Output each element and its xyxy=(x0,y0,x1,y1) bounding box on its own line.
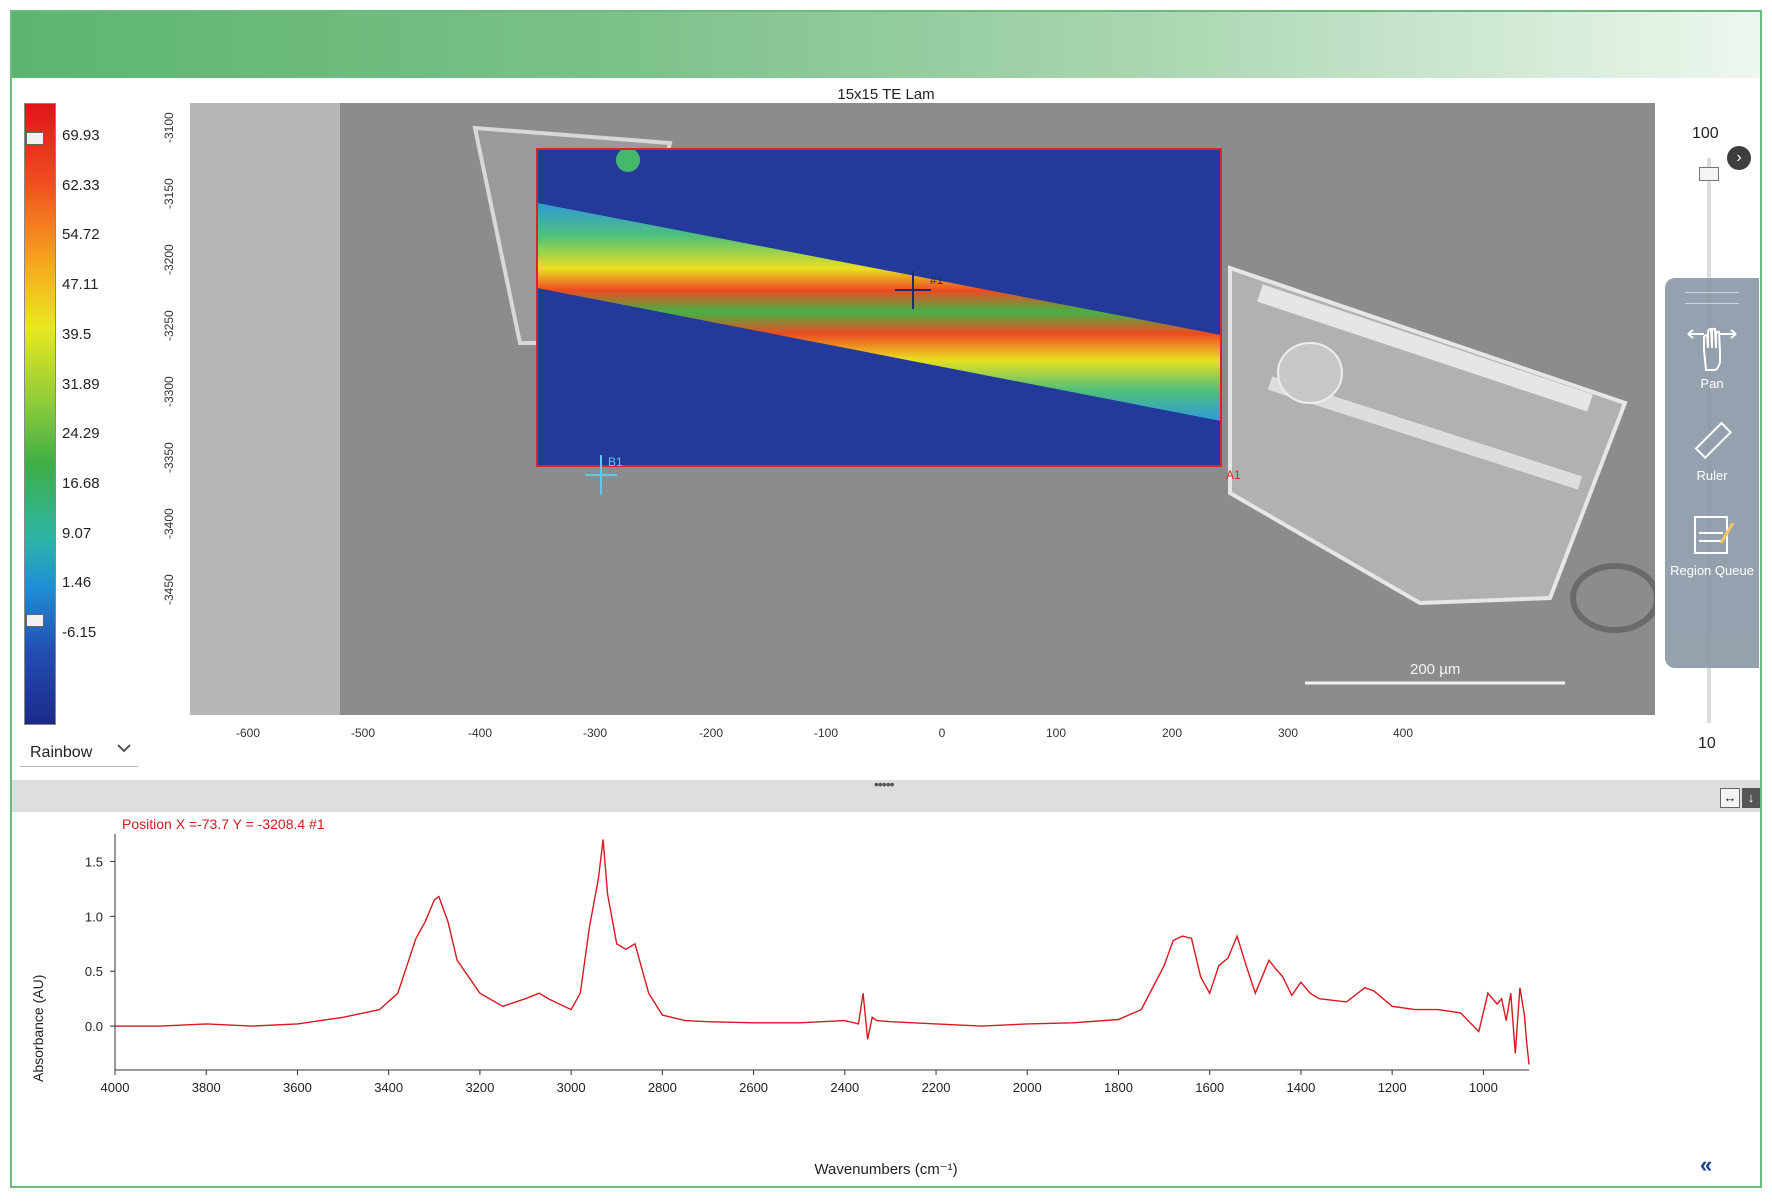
colorbar-tick-label: -6.15 xyxy=(62,624,97,641)
spectrum-x-tick-label: 3800 xyxy=(192,1080,221,1095)
fit-width-icon[interactable]: ↔ xyxy=(1720,788,1740,808)
collapse-right-icon[interactable]: › xyxy=(1727,146,1751,170)
colorbar-tick-label: 9.07 xyxy=(62,524,92,542)
map-y-tick-label: -3100 xyxy=(162,112,176,143)
x-axis-label: Wavenumbers (cm⁻¹) xyxy=(814,1161,958,1178)
pan-tool-button[interactable]: Pan xyxy=(1665,326,1759,406)
map-x-tick-label: -200 xyxy=(698,726,724,740)
map-x-tick-label: -600 xyxy=(235,726,261,740)
spectrum-x-tick-label: 2600 xyxy=(739,1080,768,1095)
chemical-image-panel: 15x15 TE Lam 69.93 62.33 54.72 47.11 39.5 31.… xyxy=(12,78,1760,780)
y-axis-label: Absorbance (AU) xyxy=(30,974,46,1082)
spectrum-x-tick-label: 2400 xyxy=(830,1080,859,1095)
spectrum-x-tick-label: 3000 xyxy=(557,1080,586,1095)
tool-panel: Pan Ruler Region Queue xyxy=(1665,278,1759,668)
spectrum-y-tick-label: 0.0 xyxy=(85,1019,103,1034)
pan-tool-label: Pan xyxy=(1700,376,1724,391)
map-x-tick-label: 400 xyxy=(1392,726,1414,740)
map-x-tick-label: -400 xyxy=(467,726,493,740)
map-x-tick-label: 300 xyxy=(1277,726,1299,740)
map-y-tick-label: -3450 xyxy=(162,574,176,605)
colorbar-tick-label: 31.89 xyxy=(62,375,100,393)
spectrum-x-tick-label: 1800 xyxy=(1104,1080,1133,1095)
colorbar-min-handle[interactable] xyxy=(26,614,44,627)
visible-image-with-map[interactable]: #1 B1 A1 200 µm xyxy=(190,103,1655,715)
region-queue-icon xyxy=(1694,516,1735,554)
spectrum-line xyxy=(115,839,1530,1065)
colorbar-tick-label: 47.11 xyxy=(62,276,99,294)
map-y-tick-label: -3250 xyxy=(162,310,176,341)
spectrum-x-tick-label: 1400 xyxy=(1286,1080,1315,1095)
app-frame: 15x15 TE Lam 69.93 62.33 54.72 47.11 39.5 31.… xyxy=(10,10,1762,1188)
map-x-tick-label: 0 xyxy=(938,726,946,740)
zoom-max-label: 100 xyxy=(1692,125,1719,142)
zoom-thumb[interactable] xyxy=(1699,167,1719,181)
spectrum-x-tick-label: 1000 xyxy=(1469,1080,1498,1095)
spectrum-x-tick-label: 2800 xyxy=(648,1080,677,1095)
zoom-min-label: 10 xyxy=(1698,735,1716,752)
colorbar[interactable] xyxy=(24,103,56,725)
tool-panel-grip[interactable] xyxy=(1685,292,1739,304)
scale-bar-label: 200 µm xyxy=(1410,661,1461,678)
map-y-tick-label: -3350 xyxy=(162,442,176,473)
colorbar-tick-label: 62.33 xyxy=(62,176,100,194)
ruler-icon xyxy=(1694,421,1733,460)
splitter-grip[interactable]: ••••• xyxy=(874,776,894,792)
map-y-tick-label: -3200 xyxy=(162,244,176,275)
pan-hand-icon xyxy=(1687,327,1737,371)
colorbar-max-handle[interactable] xyxy=(26,132,44,145)
spectrum-x-tick-label: 3200 xyxy=(465,1080,494,1095)
spectrum-chart[interactable]: 4000 3800 3600 3400 3200 3000 2800 2600 2400 2200… xyxy=(12,812,1760,1186)
colorbar-tick-label: 24.29 xyxy=(62,425,100,443)
double-chevron-left-icon[interactable]: « xyxy=(1700,1152,1712,1178)
map-y-axis: -3100 -3150 -3200 -3250 -3300 -3350 -3400 -3450 xyxy=(162,103,192,723)
colorbar-tick-label: 16.68 xyxy=(62,474,100,492)
colormap-select[interactable]: Rainbow xyxy=(20,742,138,767)
map-y-tick-label: -3400 xyxy=(162,508,176,539)
spectrum-x-tick-label: 2200 xyxy=(922,1080,951,1095)
spectrum-y-tick-label: 0.5 xyxy=(85,964,103,979)
chemical-map-overlay xyxy=(536,148,1222,467)
panel-splitter[interactable]: ••••• ↔ ↓ xyxy=(12,776,1760,812)
spectrum-x-tick-label: 1200 xyxy=(1378,1080,1407,1095)
corner-marker-a1-label: A1 xyxy=(1226,468,1241,482)
map-y-tick-label: -3300 xyxy=(162,376,176,407)
corner-marker-b1-label: B1 xyxy=(608,455,623,469)
map-x-axis: -600 -500 -400 -300 -200 -100 0 100 200 300 400 xyxy=(190,726,1655,746)
spectrum-x-tick-label: 3600 xyxy=(283,1080,312,1095)
spectrum-y-tick-label: 1.5 xyxy=(85,854,103,869)
map-x-tick-label: 200 xyxy=(1161,726,1183,740)
point-marker-label: #1 xyxy=(930,273,944,287)
ruler-tool-label: Ruler xyxy=(1696,468,1728,483)
header-banner xyxy=(12,12,1760,78)
colorbar-tick-label: 69.93 xyxy=(62,127,100,144)
region-queue-tool-button[interactable]: Region Queue xyxy=(1665,513,1759,593)
region-queue-tool-label: Region Queue xyxy=(1670,563,1754,578)
spectrum-x-tick-label: 1600 xyxy=(1195,1080,1224,1095)
map-x-tick-label: 100 xyxy=(1045,726,1067,740)
spectrum-x-tick-label: 2000 xyxy=(1013,1080,1042,1095)
position-label: Position X =-73.7 Y = -3208.4 #1 xyxy=(122,816,325,832)
colormap-select-label: Rainbow xyxy=(30,744,93,761)
colorbar-tick-label: 39.5 xyxy=(62,325,92,343)
map-y-tick-label: -3150 xyxy=(162,178,176,209)
map-canvas xyxy=(190,103,1655,715)
down-arrow-icon[interactable]: ↓ xyxy=(1742,788,1760,808)
ruler-tool-button[interactable]: Ruler xyxy=(1665,418,1759,498)
map-x-tick-label: -100 xyxy=(813,726,839,740)
colorbar-tick-label: 1.46 xyxy=(62,574,92,592)
map-title: 15x15 TE Lam xyxy=(837,86,935,103)
colorbar-tick-label: 54.72 xyxy=(62,226,100,244)
spectrum-x-tick-label: 4000 xyxy=(101,1080,130,1095)
map-x-tick-label: -300 xyxy=(582,726,608,740)
spectrum-y-tick-label: 1.0 xyxy=(85,909,103,924)
map-x-tick-label: -500 xyxy=(350,726,376,740)
spectrum-x-tick-label: 3400 xyxy=(374,1080,403,1095)
spectrum-panel: 4000 3800 3600 3400 3200 3000 2800 2600 2400 2200… xyxy=(12,812,1760,1186)
chevron-down-icon xyxy=(116,740,132,761)
